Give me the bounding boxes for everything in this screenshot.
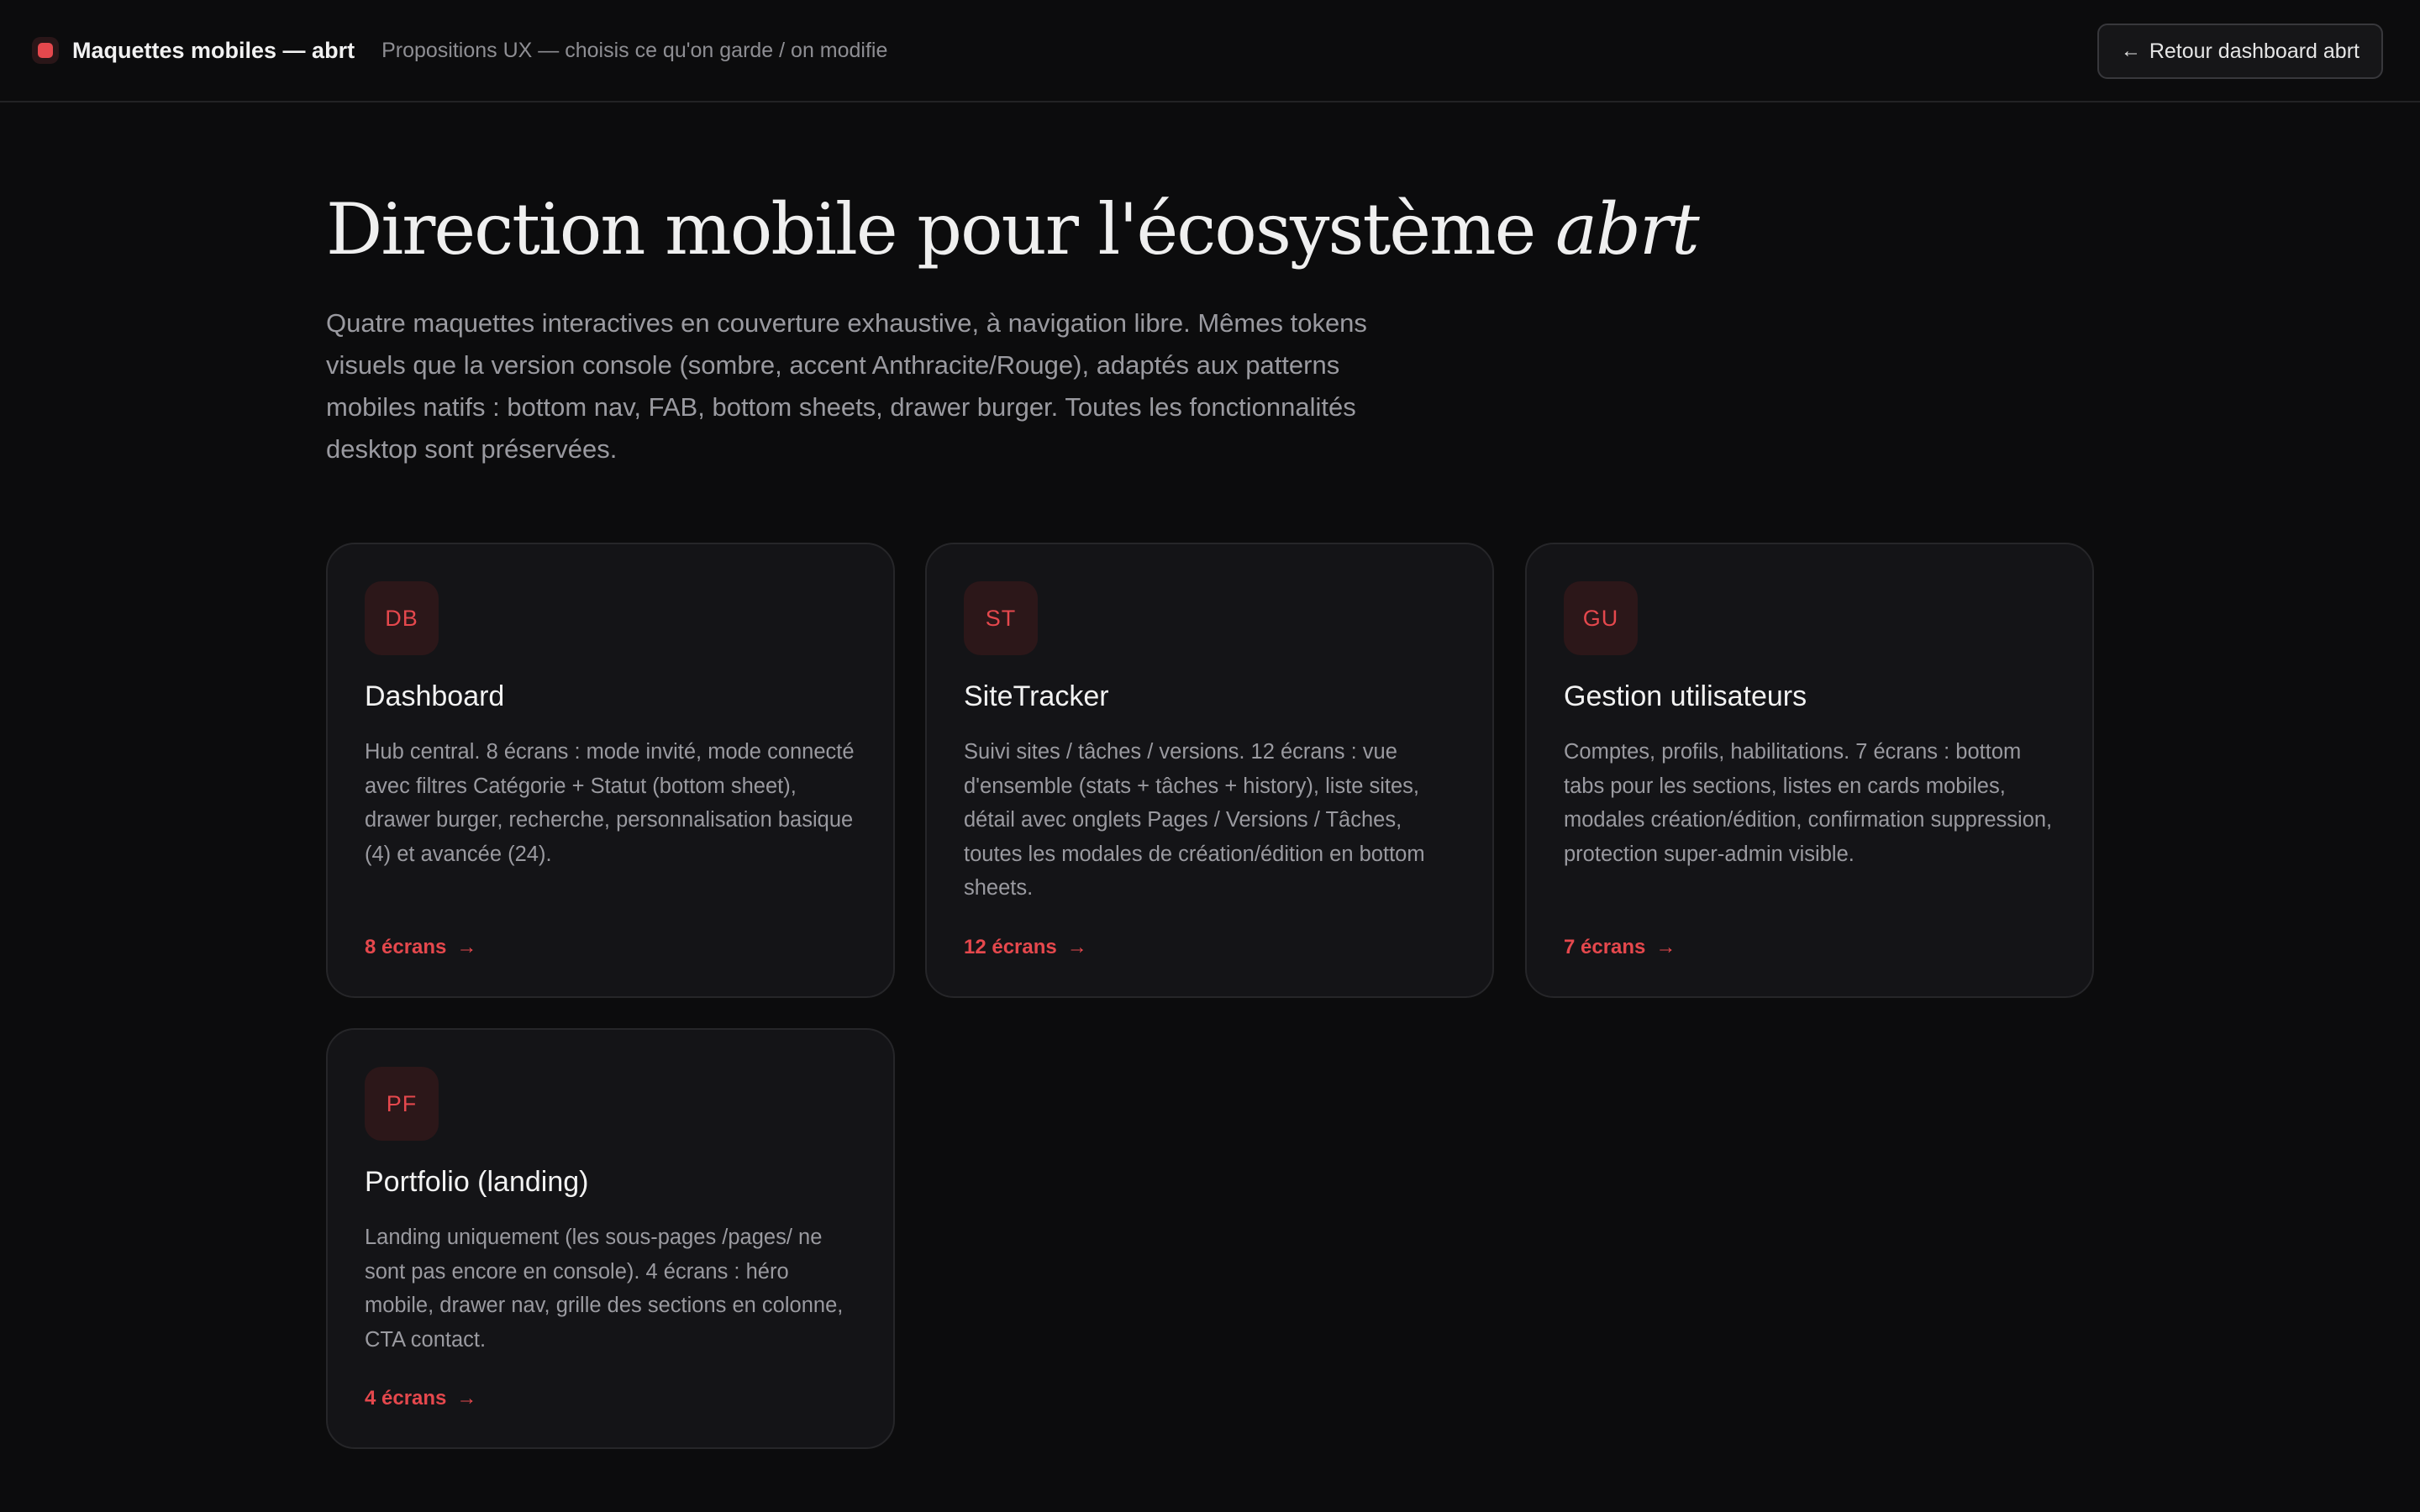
card-link-label: 12 écrans bbox=[964, 936, 1057, 958]
card-sitetracker[interactable]: ST SiteTracker Suivi sites / tâches / ve… bbox=[925, 543, 1494, 998]
card-screens-link[interactable]: 7 écrans → bbox=[1564, 936, 1676, 959]
card-badge: GU bbox=[1564, 581, 1638, 655]
page-description: Quatre maquettes interactives en couvert… bbox=[326, 308, 1367, 464]
arrow-left-icon: ← bbox=[2120, 39, 2141, 62]
card-badge: PF bbox=[365, 1067, 439, 1141]
card-title: Gestion utilisateurs bbox=[1564, 680, 1807, 712]
card-gestion-utilisateurs[interactable]: GU Gestion utilisateurs Comptes, profils… bbox=[1525, 543, 2094, 998]
card-description: Hub central. 8 écrans : mode invité, mod… bbox=[365, 740, 855, 866]
card-link-label: 8 écrans bbox=[365, 936, 447, 958]
brand-title: Maquettes mobiles — abrt bbox=[72, 37, 355, 63]
card-screens-link[interactable]: 8 écrans → bbox=[365, 936, 476, 959]
page-title: Direction mobile pour l'écosystème abrt bbox=[326, 188, 1700, 270]
top-bar: Maquettes mobiles — abrt Propositions UX… bbox=[0, 0, 2420, 102]
arrow-right-icon: → bbox=[1066, 936, 1087, 958]
back-button-label: Retour dashboard abrt bbox=[2149, 39, 2360, 63]
card-description: Comptes, profils, habilitations. 7 écran… bbox=[1564, 740, 2053, 866]
card-screens-link[interactable]: 4 écrans → bbox=[365, 1387, 476, 1410]
page-title-accent: abrt bbox=[1555, 188, 1700, 270]
card-title: Dashboard bbox=[365, 680, 505, 712]
card-title: SiteTracker bbox=[964, 680, 1109, 712]
card-link-label: 4 écrans bbox=[365, 1387, 447, 1410]
arrow-right-icon: → bbox=[1655, 936, 1676, 958]
card-link-label: 7 écrans bbox=[1564, 936, 1646, 958]
header-subtitle: Propositions UX — choisis ce qu'on garde… bbox=[381, 38, 888, 62]
page-title-main: Direction mobile pour l'écosystème bbox=[326, 188, 1556, 270]
back-to-dashboard-button[interactable]: ← Retour dashboard abrt bbox=[2096, 24, 2383, 79]
arrow-right-icon: → bbox=[456, 936, 477, 958]
card-description: Landing uniquement (les sous-pages /page… bbox=[365, 1226, 844, 1352]
card-description: Suivi sites / tâches / versions. 12 écra… bbox=[964, 740, 1425, 900]
card-title: Portfolio (landing) bbox=[365, 1166, 589, 1198]
card-portfolio[interactable]: PF Portfolio (landing) Landing uniquemen… bbox=[326, 1028, 895, 1449]
card-dashboard[interactable]: DB Dashboard Hub central. 8 écrans : mod… bbox=[326, 543, 895, 998]
card-badge: DB bbox=[365, 581, 439, 655]
card-badge: ST bbox=[964, 581, 1038, 655]
card-screens-link[interactable]: 12 écrans → bbox=[964, 936, 1087, 959]
arrow-right-icon: → bbox=[456, 1387, 477, 1410]
brand-logo-icon bbox=[32, 37, 59, 64]
